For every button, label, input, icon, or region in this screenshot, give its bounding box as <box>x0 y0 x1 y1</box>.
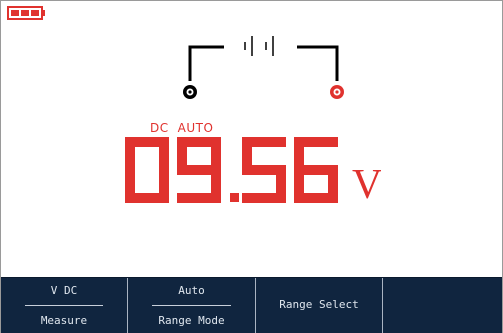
reading-digit <box>177 137 221 203</box>
range-mode-softkey-label: Range Mode <box>158 314 225 327</box>
measurement-reading: V <box>125 137 381 207</box>
v-wire <box>297 45 339 81</box>
reading-digit <box>294 137 338 203</box>
dc-voltage-symbol-icon <box>244 36 274 56</box>
range-mode-value: Auto <box>178 284 205 297</box>
probe-connection-diagram <box>183 36 344 99</box>
battery-full-icon <box>7 6 45 20</box>
reading-unit: V <box>352 162 381 207</box>
range-mode-softkey[interactable]: Auto Range Mode <box>128 278 256 333</box>
measure-softkey[interactable]: V DC Measure <box>1 278 128 333</box>
com-jack-icon <box>183 85 197 99</box>
decimal-point <box>230 193 239 202</box>
softkey-divider <box>25 305 103 306</box>
range-select-softkey[interactable]: Range Select <box>256 278 383 333</box>
measure-function-value: V DC <box>50 284 78 297</box>
v-jack-icon <box>330 85 344 99</box>
reading-digit <box>125 137 169 203</box>
multimeter-screen: DC AUTO V V DC Measure Auto Range Mode Ra… <box>0 0 503 333</box>
measure-label: Measure <box>40 314 88 327</box>
reading-digit <box>242 137 286 203</box>
reading-digits <box>125 137 338 203</box>
range-select-label: Range Select <box>279 298 359 311</box>
softkey-bar: V DC Measure Auto Range Mode Range Selec… <box>1 277 502 333</box>
softkey-divider <box>152 305 231 306</box>
com-wire <box>188 45 224 81</box>
